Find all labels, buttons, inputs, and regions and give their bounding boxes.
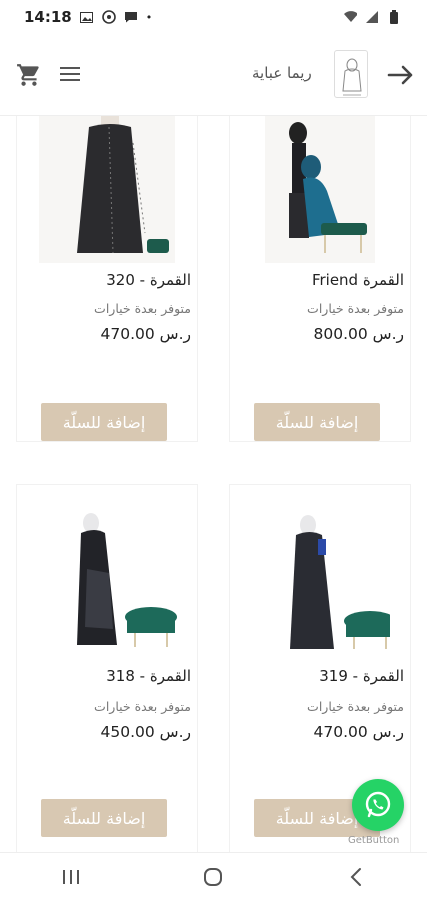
menu-icon[interactable] [60,66,80,82]
home-icon[interactable] [193,857,233,897]
whatsapp-status-icon [101,10,116,24]
status-time: 14:18 [24,8,72,26]
product-card[interactable]: القمرة Friend متوفر بعدة خيارات ر.س 800.… [229,116,411,442]
wifi-icon [343,10,357,24]
product-price: ر.س 800.00 [313,325,404,343]
product-title[interactable]: القمرة - 320 [106,271,191,289]
product-title[interactable]: القمرة - 318 [106,667,191,685]
brand-name: ريما عباية [252,64,312,82]
back-icon[interactable] [336,857,376,897]
message-icon [124,10,138,24]
product-title[interactable]: القمرة - 319 [319,667,404,685]
recent-apps-icon[interactable] [51,857,91,897]
add-to-cart-button[interactable]: إضافة للسلّة [41,799,167,837]
signal-icon [365,10,379,24]
product-grid: القمرة Friend متوفر بعدة خيارات ر.س 800.… [0,116,427,852]
product-availability: متوفر بعدة خيارات [307,301,404,316]
product-image [230,116,410,263]
battery-icon [387,10,401,24]
product-price: ر.س 470.00 [313,723,404,741]
product-availability: متوفر بعدة خيارات [307,699,404,714]
add-to-cart-button[interactable]: إضافة للسلّة [254,403,380,441]
product-card[interactable]: القمرة - 320 متوفر بعدة خيارات ر.س 470.0… [16,116,198,442]
status-bullet: • [145,10,153,24]
add-to-cart-button[interactable]: إضافة للسلّة [41,403,167,441]
product-image [17,116,197,263]
getbutton-label: GetButton [348,835,400,846]
cart-icon[interactable] [16,62,42,88]
product-title[interactable]: القمرة Friend [312,271,404,289]
system-nav-bar [0,852,427,900]
logo[interactable] [334,50,368,98]
app-header: ريما عباية [0,34,427,116]
whatsapp-icon [365,791,391,818]
product-availability: متوفر بعدة خيارات [94,699,191,714]
product-card[interactable]: القمرة - 318 متوفر بعدة خيارات ر.س 450.0… [16,484,198,852]
whatsapp-button[interactable] [352,779,404,831]
product-availability: متوفر بعدة خيارات [94,301,191,316]
back-arrow-icon[interactable] [385,60,415,90]
product-image [230,509,410,659]
product-price: ر.س 470.00 [100,325,191,343]
product-price: ر.س 450.00 [100,723,191,741]
image-icon [80,10,94,24]
status-bar: 14:18 • [0,0,427,34]
product-image [17,509,197,659]
